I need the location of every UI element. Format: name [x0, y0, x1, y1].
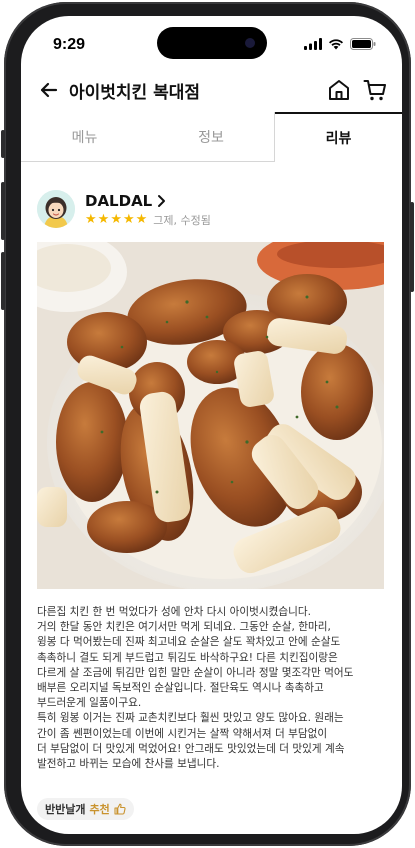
review-line: 윙봉 다 먹어봤는데 진짜 최고네요 순살은 살도 꽉차있고 안에 순살도	[37, 636, 341, 649]
avatar[interactable]	[37, 190, 75, 228]
home-icon	[329, 80, 349, 100]
chicken-photo-image	[37, 242, 384, 589]
review-photo[interactable]	[37, 242, 384, 589]
author-name: DALDAL	[85, 192, 153, 210]
star-icon: ★	[122, 212, 135, 227]
power-button	[410, 202, 414, 292]
author-link[interactable]: DALDAL	[85, 192, 166, 210]
status-time: 9:29	[53, 36, 86, 53]
menu-tag-name: 반반날개	[45, 803, 86, 816]
review-body: 다른집 치킨 한 번 먹었다가 성에 안차 다시 아이벗시켰습니다. 거의 한달…	[37, 605, 389, 772]
status-bar: 9:29	[21, 16, 402, 68]
app-header: 아이벗치킨 복대점	[21, 68, 402, 112]
back-button[interactable]	[35, 76, 63, 104]
tab-menu[interactable]: 메뉴	[21, 112, 148, 162]
thumbs-up-icon	[114, 803, 126, 815]
wifi-icon	[329, 39, 343, 50]
review-line: 특히 윙봉 이거는 진짜 교촌치킨보다 훨씬 맛있고 양도 많아요. 원래는	[37, 712, 344, 725]
store-tabs: 메뉴 정보 리뷰	[21, 112, 402, 162]
cart-button[interactable]	[362, 77, 388, 103]
review-line: 발전하고 바뀌는 모습에 찬사를 보냅니다.	[37, 758, 220, 771]
review-line: 더 부담없이 더 맛있게 먹었어요! 안그래도 맛있었는데 더 맛있게 계속	[37, 742, 345, 755]
phone-frame: 9:29 아이벗치킨 복대점 메뉴 정보 리뷰 DALDAL ★ ★ ★ ★ ★…	[1, 2, 414, 846]
review-line: 간이 좀 쎈편이었는데 이번에 시킨거는 살짝 약해서져 더 부담없이	[37, 727, 328, 740]
review-author: DALDAL ★ ★ ★ ★ ★ 그제, 수정됨	[37, 190, 387, 230]
review-line: 거의 한달 동안 치킨은 여기서만 먹게 되네요. 그동안 순살, 한마리,	[37, 621, 331, 634]
avatar-illustration	[37, 190, 75, 228]
tab-review[interactable]: 리뷰	[275, 112, 402, 162]
recommend-label: 추천	[89, 803, 110, 816]
review-date: 그제, 수정됨	[153, 214, 211, 227]
review-line: 부드러운게 일품이구요.	[37, 697, 142, 710]
mute-switch	[1, 130, 5, 158]
arrow-left-icon	[40, 82, 58, 98]
chevron-right-icon	[158, 195, 166, 207]
menu-recommend-tag: 반반날개 추천	[37, 798, 134, 820]
rating-stars: ★ ★ ★ ★ ★ 그제, 수정됨	[85, 212, 211, 228]
home-button[interactable]	[326, 77, 352, 103]
volume-down-button	[1, 252, 5, 310]
review-line: 다른집 치킨 한 번 먹었다가 성에 안차 다시 아이벗시켰습니다.	[37, 606, 311, 618]
cart-icon	[363, 80, 386, 101]
review-line: 촉촉하니 결도 되게 부드럽고 튀김도 바삭하구요! 다른 치킨집이랑은	[37, 651, 338, 664]
star-icon: ★	[85, 212, 97, 227]
review-line: 다르게 살 조금에 튀김만 입힌 말만 순살이 아니라 정말 몇조각만 먹어도	[37, 666, 354, 679]
review-line: 배부른 오리지널 독보적인 순살입니다. 절단육도 역시나 촉촉하고	[37, 682, 324, 695]
star-icon: ★	[97, 212, 110, 227]
app-screen: 9:29 아이벗치킨 복대점 메뉴 정보 리뷰 DALDAL ★ ★ ★ ★ ★…	[21, 16, 402, 834]
store-title: 아이벗치킨 복대점	[69, 83, 201, 103]
star-icon: ★	[135, 212, 148, 227]
tab-info[interactable]: 정보	[148, 112, 275, 162]
battery-icon	[350, 38, 376, 50]
volume-up-button	[1, 182, 5, 240]
star-icon: ★	[110, 212, 122, 227]
signal-icon	[304, 38, 322, 50]
